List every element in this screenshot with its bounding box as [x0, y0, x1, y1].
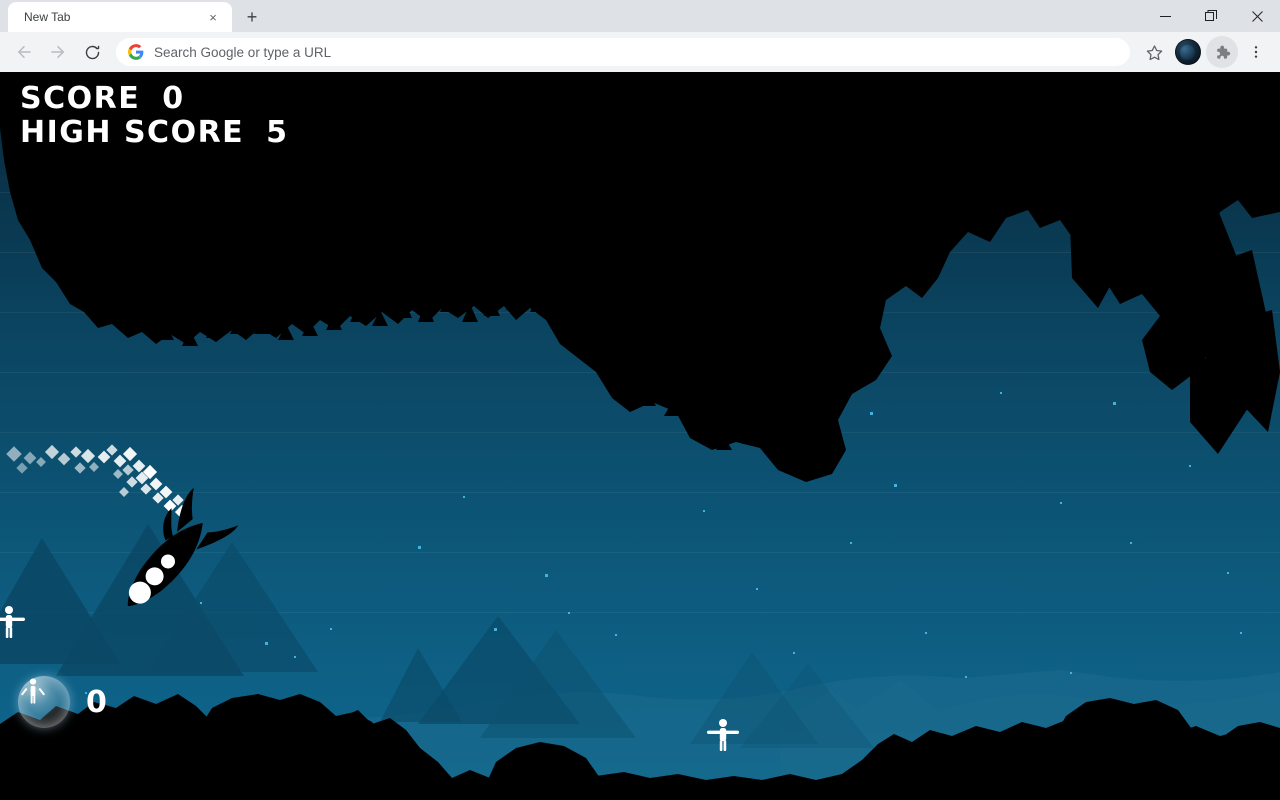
minimize-button[interactable] — [1142, 0, 1188, 32]
star — [1000, 392, 1002, 394]
star — [418, 546, 421, 549]
star — [1060, 502, 1062, 504]
star — [494, 628, 497, 631]
address-bar[interactable]: Search Google or type a URL — [116, 38, 1130, 66]
star — [1240, 632, 1242, 634]
tab-strip: New Tab × + — [0, 0, 1280, 32]
minimize-icon — [1159, 15, 1171, 17]
star — [1113, 402, 1116, 405]
star — [850, 542, 852, 544]
star — [1070, 672, 1072, 674]
forward-button[interactable] — [42, 36, 74, 68]
address-bar-placeholder: Search Google or type a URL — [154, 44, 332, 60]
maximize-button[interactable] — [1188, 0, 1234, 32]
star — [568, 612, 570, 614]
star — [756, 588, 758, 590]
browser-window: New Tab × + Search Google or type a URL … — [0, 0, 1280, 800]
three-dot-menu-icon — [1254, 46, 1258, 58]
reload-icon — [85, 45, 99, 59]
new-tab-button[interactable]: + — [238, 3, 266, 31]
tab-title: New Tab — [24, 10, 71, 24]
tab-close-icon[interactable]: × — [204, 8, 222, 26]
back-button[interactable] — [8, 36, 40, 68]
star — [545, 574, 548, 577]
extensions-button[interactable] — [1206, 36, 1238, 68]
star — [330, 628, 332, 630]
browser-toolbar: Search Google or type a URL — [0, 32, 1280, 72]
profile-button[interactable] — [1172, 36, 1204, 68]
game-scene — [0, 72, 1280, 800]
bookmark-button[interactable] — [1138, 36, 1170, 68]
star — [200, 602, 202, 604]
star — [615, 634, 617, 636]
star-icon — [1146, 44, 1162, 60]
game-canvas[interactable]: SCORE 0 HIGH SCORE 5 0 — [0, 72, 1280, 800]
close-icon — [1251, 10, 1263, 22]
back-arrow-icon — [18, 46, 31, 58]
reload-button[interactable] — [76, 36, 108, 68]
star — [1130, 542, 1132, 544]
close-button[interactable] — [1234, 0, 1280, 32]
star — [925, 632, 927, 634]
star — [1189, 465, 1191, 467]
star — [965, 676, 967, 678]
chrome-menu-button[interactable] — [1240, 36, 1272, 68]
star — [793, 652, 795, 654]
window-controls — [1142, 0, 1280, 32]
star — [85, 692, 87, 694]
star — [265, 642, 268, 645]
google-g-icon — [128, 44, 144, 60]
star — [463, 496, 465, 498]
star — [294, 656, 296, 658]
tab-new-tab[interactable]: New Tab × — [8, 2, 232, 32]
star — [703, 510, 705, 512]
forward-arrow-icon — [51, 46, 64, 58]
avatar — [1175, 39, 1201, 65]
star — [870, 412, 873, 415]
star — [1227, 572, 1229, 574]
restore-icon — [1205, 10, 1217, 21]
puzzle-piece-icon — [1216, 45, 1230, 59]
star — [894, 484, 897, 487]
